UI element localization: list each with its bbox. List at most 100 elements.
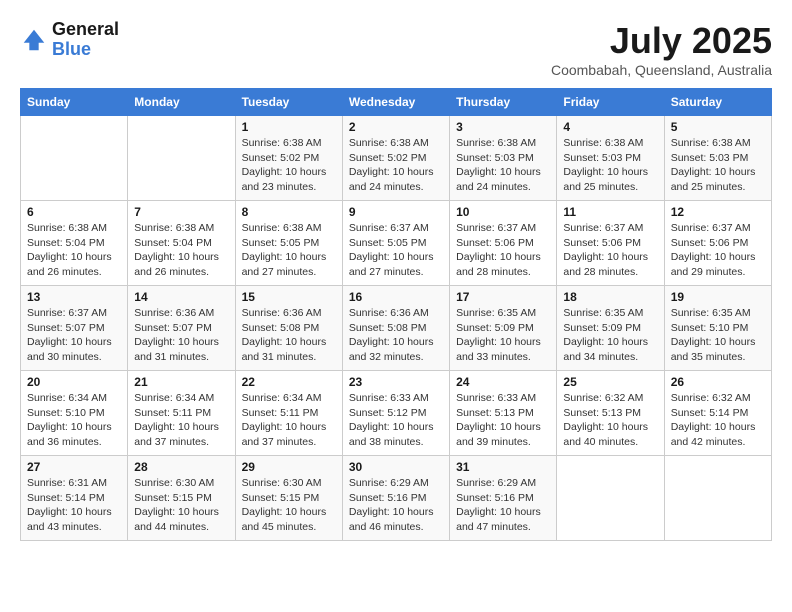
calendar-table: SundayMondayTuesdayWednesdayThursdayFrid… [20, 88, 772, 541]
calendar-cell: 21Sunrise: 6:34 AMSunset: 5:11 PMDayligh… [128, 371, 235, 456]
logo-text: General Blue [52, 20, 119, 60]
weekday-header-sunday: Sunday [21, 89, 128, 116]
day-info: Sunrise: 6:30 AMSunset: 5:15 PMDaylight:… [242, 476, 336, 535]
calendar-cell: 5Sunrise: 6:38 AMSunset: 5:03 PMDaylight… [664, 116, 771, 201]
day-info: Sunrise: 6:36 AMSunset: 5:08 PMDaylight:… [242, 306, 336, 365]
day-info: Sunrise: 6:36 AMSunset: 5:07 PMDaylight:… [134, 306, 228, 365]
day-info: Sunrise: 6:34 AMSunset: 5:11 PMDaylight:… [134, 391, 228, 450]
weekday-header-friday: Friday [557, 89, 664, 116]
day-info: Sunrise: 6:34 AMSunset: 5:10 PMDaylight:… [27, 391, 121, 450]
calendar-cell: 3 Sunrise: 6:38 AMSunset: 5:03 PMDaylight… [450, 116, 557, 201]
calendar-cell: 22Sunrise: 6:34 AMSunset: 5:11 PMDayligh… [235, 371, 342, 456]
day-info: Sunrise: 6:38 AMSunset: 5:04 PMDaylight:… [27, 221, 121, 280]
calendar-cell: 10 Sunrise: 6:37 AMSunset: 5:06 PMDayligh… [450, 201, 557, 286]
logo: General Blue [20, 20, 119, 60]
day-number: 7 [134, 205, 228, 219]
calendar-cell: 16 Sunrise: 6:36 AMSunset: 5:08 PMDayligh… [342, 286, 449, 371]
weekday-header-row: SundayMondayTuesdayWednesdayThursdayFrid… [21, 89, 772, 116]
calendar-cell: 13 Sunrise: 6:37 AMSunset: 5:07 PMDayligh… [21, 286, 128, 371]
day-info: Sunrise: 6:36 AMSunset: 5:08 PMDaylight:… [349, 306, 443, 365]
day-number: 27 [27, 460, 121, 474]
day-info: Sunrise: 6:38 AMSunset: 5:03 PMDaylight:… [456, 136, 550, 195]
day-info: Sunrise: 6:33 AMSunset: 5:13 PMDaylight:… [456, 391, 550, 450]
calendar-cell: 19 Sunrise: 6:35 AMSunset: 5:10 PMDayligh… [664, 286, 771, 371]
day-number: 30 [349, 460, 443, 474]
calendar-cell: 28Sunrise: 6:30 AMSunset: 5:15 PMDayligh… [128, 456, 235, 541]
calendar-cell: 30 Sunrise: 6:29 AMSunset: 5:16 PMDayligh… [342, 456, 449, 541]
calendar-cell [128, 116, 235, 201]
day-number: 13 [27, 290, 121, 304]
calendar-cell: 29 Sunrise: 6:30 AMSunset: 5:15 PMDayligh… [235, 456, 342, 541]
calendar-cell: 18 Sunrise: 6:35 AMSunset: 5:09 PMDayligh… [557, 286, 664, 371]
day-info: Sunrise: 6:37 AMSunset: 5:06 PMDaylight:… [563, 221, 657, 280]
day-info: Sunrise: 6:38 AMSunset: 5:02 PMDaylight:… [242, 136, 336, 195]
calendar-cell: 1 Sunrise: 6:38 AMSunset: 5:02 PMDaylight… [235, 116, 342, 201]
day-info: Sunrise: 6:37 AMSunset: 5:07 PMDaylight:… [27, 306, 121, 365]
location: Coombabah, Queensland, Australia [551, 62, 772, 78]
day-number: 29 [242, 460, 336, 474]
day-info: Sunrise: 6:38 AMSunset: 5:05 PMDaylight:… [242, 221, 336, 280]
day-info: Sunrise: 6:37 AMSunset: 5:06 PMDaylight:… [671, 221, 765, 280]
weekday-header-tuesday: Tuesday [235, 89, 342, 116]
day-number: 9 [349, 205, 443, 219]
day-info: Sunrise: 6:29 AMSunset: 5:16 PMDaylight:… [349, 476, 443, 535]
calendar-cell: 24Sunrise: 6:33 AMSunset: 5:13 PMDayligh… [450, 371, 557, 456]
calendar-week-3: 13 Sunrise: 6:37 AMSunset: 5:07 PMDayligh… [21, 286, 772, 371]
calendar-cell: 31 Sunrise: 6:29 AMSunset: 5:16 PMDayligh… [450, 456, 557, 541]
day-info: Sunrise: 6:29 AMSunset: 5:16 PMDaylight:… [456, 476, 550, 535]
day-number: 31 [456, 460, 550, 474]
calendar-cell: 11 Sunrise: 6:37 AMSunset: 5:06 PMDayligh… [557, 201, 664, 286]
calendar-cell [21, 116, 128, 201]
day-number: 16 [349, 290, 443, 304]
day-info: Sunrise: 6:33 AMSunset: 5:12 PMDaylight:… [349, 391, 443, 450]
page-header: General Blue July 2025 Coombabah, Queens… [20, 20, 772, 78]
day-info: Sunrise: 6:35 AMSunset: 5:10 PMDaylight:… [671, 306, 765, 365]
day-number: 8 [242, 205, 336, 219]
day-number: 4 [563, 120, 657, 134]
month-title: July 2025 [551, 20, 772, 62]
day-info: Sunrise: 6:35 AMSunset: 5:09 PMDaylight:… [456, 306, 550, 365]
day-info: Sunrise: 6:37 AMSunset: 5:06 PMDaylight:… [456, 221, 550, 280]
day-number: 17 [456, 290, 550, 304]
day-number: 12 [671, 205, 765, 219]
weekday-header-monday: Monday [128, 89, 235, 116]
calendar-cell: 17 Sunrise: 6:35 AMSunset: 5:09 PMDayligh… [450, 286, 557, 371]
day-number: 15 [242, 290, 336, 304]
day-info: Sunrise: 6:35 AMSunset: 5:09 PMDaylight:… [563, 306, 657, 365]
day-info: Sunrise: 6:37 AMSunset: 5:05 PMDaylight:… [349, 221, 443, 280]
calendar-cell: 9 Sunrise: 6:37 AMSunset: 5:05 PMDaylight… [342, 201, 449, 286]
day-info: Sunrise: 6:31 AMSunset: 5:14 PMDaylight:… [27, 476, 121, 535]
day-info: Sunrise: 6:38 AMSunset: 5:02 PMDaylight:… [349, 136, 443, 195]
calendar-cell: 4 Sunrise: 6:38 AMSunset: 5:03 PMDaylight… [557, 116, 664, 201]
day-number: 26 [671, 375, 765, 389]
day-info: Sunrise: 6:38 AMSunset: 5:03 PMDaylight:… [671, 136, 765, 195]
calendar-cell: 20 Sunrise: 6:34 AMSunset: 5:10 PMDayligh… [21, 371, 128, 456]
calendar-cell: 23Sunrise: 6:33 AMSunset: 5:12 PMDayligh… [342, 371, 449, 456]
day-info: Sunrise: 6:30 AMSunset: 5:15 PMDaylight:… [134, 476, 228, 535]
day-number: 18 [563, 290, 657, 304]
day-number: 25 [563, 375, 657, 389]
day-number: 19 [671, 290, 765, 304]
calendar-cell: 6 Sunrise: 6:38 AMSunset: 5:04 PMDaylight… [21, 201, 128, 286]
day-info: Sunrise: 6:38 AMSunset: 5:03 PMDaylight:… [563, 136, 657, 195]
calendar-cell: 12 Sunrise: 6:37 AMSunset: 5:06 PMDayligh… [664, 201, 771, 286]
logo-icon [20, 26, 48, 54]
day-number: 11 [563, 205, 657, 219]
calendar-week-2: 6 Sunrise: 6:38 AMSunset: 5:04 PMDaylight… [21, 201, 772, 286]
day-number: 20 [27, 375, 121, 389]
day-number: 3 [456, 120, 550, 134]
calendar-cell: 26Sunrise: 6:32 AMSunset: 5:14 PMDayligh… [664, 371, 771, 456]
calendar-cell: 25Sunrise: 6:32 AMSunset: 5:13 PMDayligh… [557, 371, 664, 456]
calendar-cell: 2 Sunrise: 6:38 AMSunset: 5:02 PMDaylight… [342, 116, 449, 201]
day-number: 6 [27, 205, 121, 219]
weekday-header-saturday: Saturday [664, 89, 771, 116]
day-number: 2 [349, 120, 443, 134]
calendar-cell [557, 456, 664, 541]
calendar-cell: 14 Sunrise: 6:36 AMSunset: 5:07 PMDayligh… [128, 286, 235, 371]
calendar-week-4: 20 Sunrise: 6:34 AMSunset: 5:10 PMDayligh… [21, 371, 772, 456]
day-number: 10 [456, 205, 550, 219]
title-block: July 2025 Coombabah, Queensland, Austral… [551, 20, 772, 78]
day-number: 14 [134, 290, 228, 304]
day-number: 1 [242, 120, 336, 134]
day-number: 22 [242, 375, 336, 389]
